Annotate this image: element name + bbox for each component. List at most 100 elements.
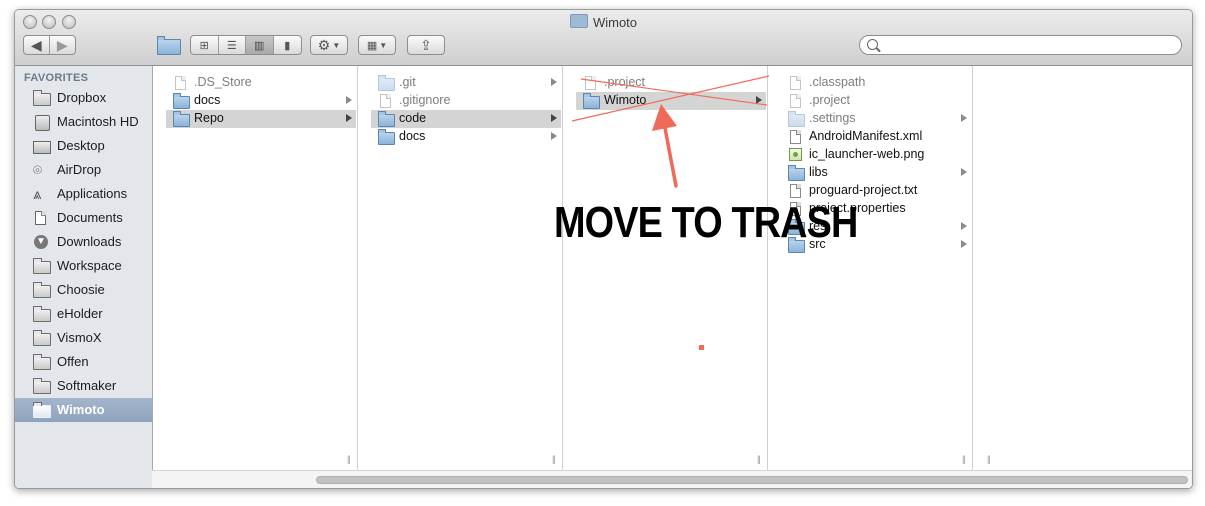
move-to-trash-annotation: MOVE TO TRASH <box>554 198 858 247</box>
item-label: Repo <box>194 111 224 125</box>
list-item[interactable]: Repo <box>166 110 356 128</box>
list-view-icon: ☰ <box>226 39 237 52</box>
sidebar-item-label: Offen <box>57 354 89 369</box>
sidebar-item-downloads[interactable]: ▼ Downloads <box>15 230 152 254</box>
sidebar-item-dropbox[interactable]: Dropbox <box>15 86 152 110</box>
sidebar-item-label: Desktop <box>57 138 105 153</box>
search-icon <box>867 39 878 50</box>
icon-view-icon: ⊞ <box>199 39 209 52</box>
scrollbar-thumb[interactable] <box>316 476 1188 484</box>
list-item[interactable]: .settings <box>781 110 971 128</box>
back-forward-control: ◀ ▶ <box>23 35 76 55</box>
column-resize-handle[interactable]: || <box>962 454 971 464</box>
title-folder-icon <box>569 14 588 28</box>
search-input[interactable] <box>859 35 1182 55</box>
column-resize-handle[interactable]: || <box>552 454 561 464</box>
gear-icon: ⚙ <box>317 37 331 53</box>
folder-icon <box>788 111 805 127</box>
list-item[interactable]: .project <box>576 74 766 92</box>
list-item[interactable]: ic_launcher-web.png <box>781 146 971 164</box>
sidebar-item-applications[interactable]: ⩓ Applications <box>15 182 152 206</box>
list-view-button[interactable]: ☰ <box>219 36 246 54</box>
folder-icon <box>173 93 190 109</box>
browser-column-3: .project Wimoto || <box>576 66 768 470</box>
view-mode-control: ⊞ ☰ ▥ ▮ <box>190 35 302 55</box>
downloads-icon: ▼ <box>33 235 51 249</box>
window-title-text: Wimoto <box>592 15 638 30</box>
list-item[interactable]: .git <box>371 74 561 92</box>
sidebar-item-macintosh-hd[interactable]: Macintosh HD <box>15 110 152 134</box>
item-label: AndroidManifest.xml <box>809 129 923 143</box>
sidebar-item-softmaker[interactable]: Softmaker <box>15 374 152 398</box>
list-item[interactable]: docs <box>166 92 356 110</box>
list-item[interactable]: .classpath <box>781 74 971 92</box>
path-folder-button[interactable] <box>157 36 182 55</box>
sidebar-item-wimoto[interactable]: Wimoto <box>15 398 152 422</box>
list-item[interactable]: libs <box>781 164 971 182</box>
sidebar-item-airdrop[interactable]: ⌾ AirDrop <box>15 158 152 182</box>
sidebar-item-vismox[interactable]: VismoX <box>15 326 152 350</box>
folder-icon <box>173 111 190 127</box>
action-menu-button[interactable]: ⚙ ▼ <box>310 35 348 55</box>
icon-view-button[interactable]: ⊞ <box>191 36 219 54</box>
dropdown-arrow-icon: ▼ <box>332 40 341 50</box>
sidebar-item-desktop[interactable]: Desktop <box>15 134 152 158</box>
browser-column-5: || <box>986 66 1186 470</box>
share-icon: ⇪ <box>420 37 432 53</box>
item-label: libs <box>809 165 828 179</box>
browser-column-1: .DS_Store docs Repo || <box>166 66 358 470</box>
item-label: .classpath <box>809 75 866 89</box>
sidebar-item-choosie[interactable]: Choosie <box>15 278 152 302</box>
share-button[interactable]: ⇪ <box>407 35 445 55</box>
list-item[interactable]: Wimoto <box>576 92 766 110</box>
back-button[interactable]: ◀ <box>24 36 50 54</box>
document-icon <box>378 94 394 108</box>
item-label: docs <box>194 93 221 107</box>
folder-icon <box>378 129 395 145</box>
folder-icon <box>33 330 51 346</box>
documents-icon <box>33 211 51 225</box>
list-item[interactable]: .gitignore <box>371 92 561 110</box>
document-icon <box>788 130 804 144</box>
title-bar: Wimoto ◀ ▶ ⊞ ☰ ▥ ▮ ⚙ ▼ ▦ ▼ ⇪ <box>15 10 1192 66</box>
finder-window: Wimoto ◀ ▶ ⊞ ☰ ▥ ▮ ⚙ ▼ ▦ ▼ ⇪ FAVORITES D… <box>14 9 1193 489</box>
item-label: docs <box>399 129 426 143</box>
list-item[interactable]: docs <box>371 128 561 146</box>
disclosure-arrow-icon <box>551 114 557 122</box>
column-resize-handle[interactable]: || <box>757 454 766 464</box>
sidebar-item-label: AirDrop <box>57 162 102 177</box>
list-item[interactable]: .DS_Store <box>166 74 356 92</box>
column-view-button[interactable]: ▥ <box>246 36 274 54</box>
back-arrow-icon: ◀ <box>30 37 42 53</box>
sidebar-item-documents[interactable]: Documents <box>15 206 152 230</box>
sidebar-item-label: Dropbox <box>57 90 107 105</box>
column-resize-handle[interactable]: || <box>987 454 996 464</box>
column-view-icon: ▥ <box>254 39 265 52</box>
arrange-menu-button[interactable]: ▦ ▼ <box>358 35 396 55</box>
list-item[interactable]: code <box>371 110 561 128</box>
horizontal-scrollbar[interactable] <box>152 470 1192 488</box>
sidebar-item-workspace[interactable]: Workspace <box>15 254 152 278</box>
coverflow-view-button[interactable]: ▮ <box>274 36 301 54</box>
folder-icon <box>33 282 51 298</box>
sidebar-item-label: eHolder <box>57 306 103 321</box>
item-label: .settings <box>809 111 856 125</box>
folder-icon <box>33 306 51 322</box>
sidebar-item-label: Downloads <box>57 234 122 249</box>
column-resize-handle[interactable]: || <box>347 454 356 464</box>
dropdown-arrow-icon: ▼ <box>379 40 388 50</box>
folder-icon <box>33 90 51 106</box>
forward-button[interactable]: ▶ <box>50 36 75 54</box>
disclosure-arrow-icon <box>961 114 967 122</box>
folder-icon <box>33 378 51 394</box>
list-item[interactable]: AndroidManifest.xml <box>781 128 971 146</box>
folder-icon <box>33 402 51 418</box>
sidebar-item-label: Macintosh HD <box>57 114 139 129</box>
sidebar-item-eholder[interactable]: eHolder <box>15 302 152 326</box>
document-icon <box>583 76 599 90</box>
sidebar-item-label: Documents <box>57 210 123 225</box>
item-label: code <box>399 111 427 125</box>
sidebar-item-offen[interactable]: Offen <box>15 350 152 374</box>
window-title: Wimoto <box>15 14 1192 30</box>
list-item[interactable]: .project <box>781 92 971 110</box>
